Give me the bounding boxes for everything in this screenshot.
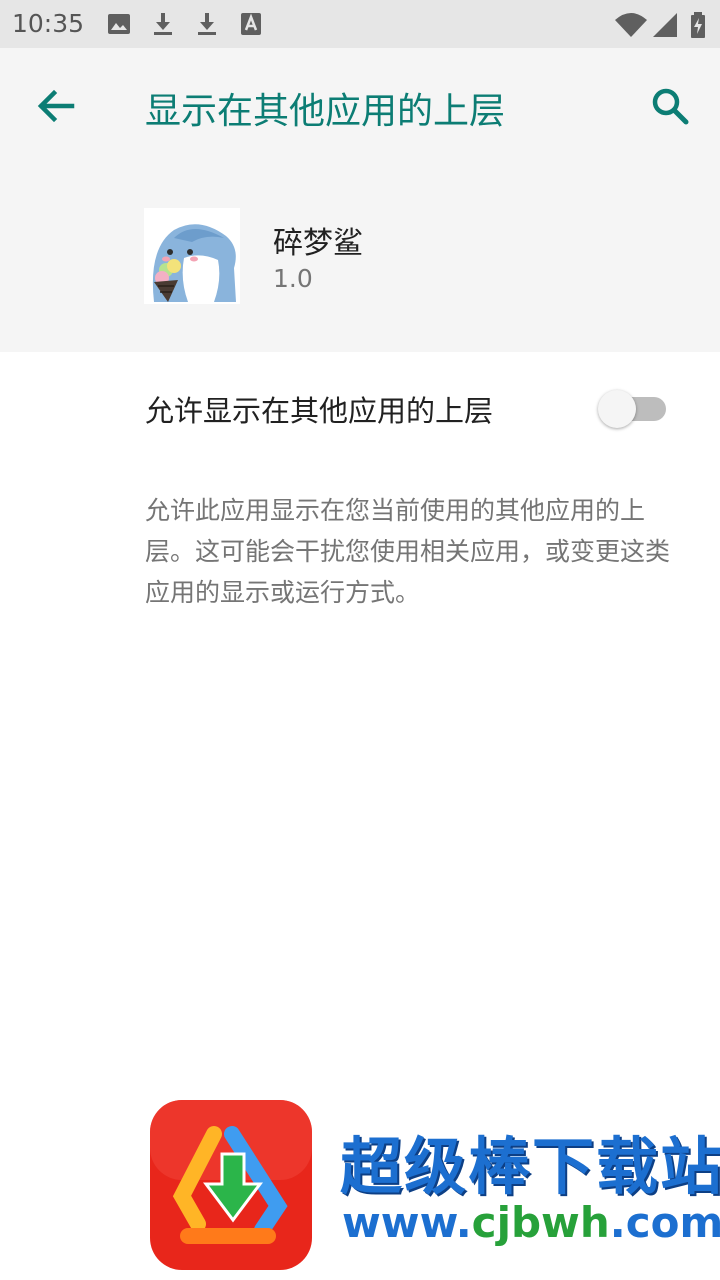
text-icon: [241, 13, 261, 35]
status-time: 10:35: [12, 9, 85, 38]
app-icon: [144, 208, 240, 304]
image-icon: [108, 14, 130, 34]
setting-description: 允许此应用显示在您当前使用的其他应用的上层。这可能会干扰您使用相关应用，或变更这…: [145, 496, 671, 607]
app-version: 1.0: [273, 264, 313, 293]
search-button[interactable]: [646, 82, 694, 130]
app-name: 碎梦鲨: [273, 226, 363, 261]
search-icon: [652, 88, 689, 125]
status-bar: 10:35: [0, 0, 720, 48]
site-url-prefix: www.: [342, 1198, 472, 1247]
wifi-icon: [615, 13, 647, 37]
download-icon: [154, 13, 172, 35]
site-logo-icon: [150, 1100, 312, 1270]
app-header: 碎梦鲨 1.0: [0, 158, 720, 352]
battery-icon: [691, 12, 705, 38]
site-url-domain: cjbwh: [471, 1198, 610, 1247]
download-icon: [198, 13, 216, 35]
site-watermark: 超级棒下载站 www.cjbwh.com: [0, 1090, 720, 1280]
app-bar: 显示在其他应用的上层: [0, 48, 720, 158]
allow-overlay-setting[interactable]: 允许显示在其他应用的上层: [0, 352, 720, 460]
allow-overlay-switch[interactable]: [598, 388, 666, 428]
signal-icon: [653, 13, 677, 37]
setting-label: 允许显示在其他应用的上层: [145, 394, 494, 428]
switch-thumb: [598, 390, 636, 428]
back-button[interactable]: [32, 82, 80, 130]
page-title: 显示在其他应用的上层: [145, 91, 506, 132]
site-url-suffix: .com: [609, 1198, 720, 1247]
site-url: www.cjbwh.com: [342, 1198, 720, 1247]
site-title: 超级棒下载站: [340, 1130, 720, 1203]
arrow-back-icon: [37, 89, 75, 123]
